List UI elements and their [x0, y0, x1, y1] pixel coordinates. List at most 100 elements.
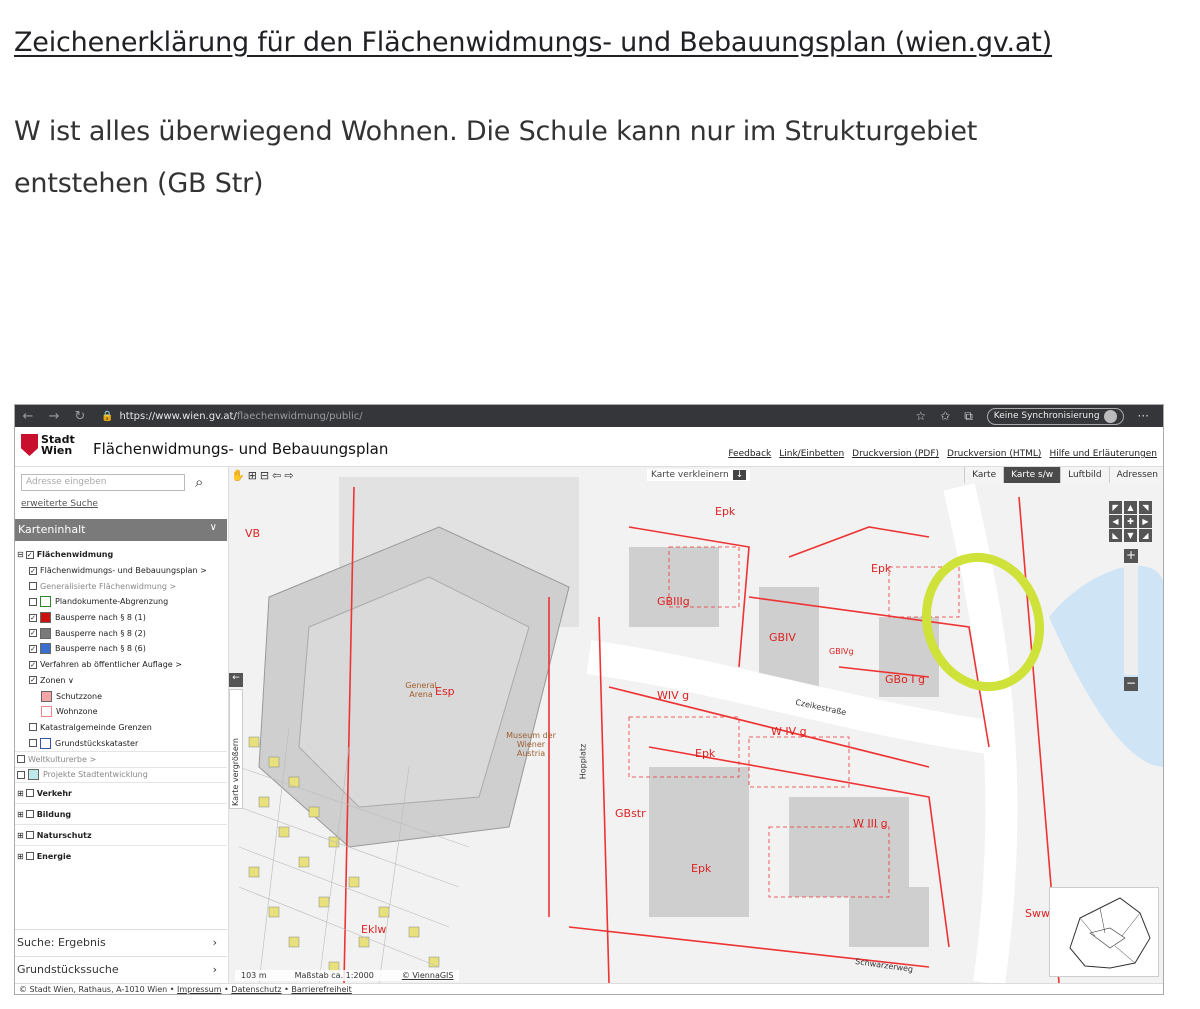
layer-item[interactable]: ✓ Zonen ∨ — [15, 673, 227, 689]
map-label: Eklw — [361, 923, 387, 936]
layer-item[interactable]: ✓ Bausperre nach § 8 (2) — [15, 625, 227, 641]
address-search-input[interactable]: Adresse eingeben — [21, 474, 185, 491]
pan-down-icon[interactable]: ▼ — [1124, 529, 1137, 542]
layer-item[interactable]: ⊞ Verkehr — [15, 782, 227, 803]
pan-se-icon[interactable]: ◢ — [1139, 529, 1152, 542]
pan-up-icon[interactable]: ▲ — [1124, 501, 1137, 514]
layer-checkbox[interactable] — [25, 810, 34, 819]
layer-item[interactable]: Weltkulturerbe > — [15, 750, 227, 767]
layer-item[interactable]: ⊞ Bildung — [15, 803, 227, 824]
pan-right-icon[interactable]: ▶ — [1139, 515, 1152, 528]
layer-label: Bausperre nach § 8 (2) — [55, 628, 146, 638]
layer-label: Projekte Stadtentwicklung — [43, 770, 148, 780]
arrow-right-icon[interactable]: ⇨ — [284, 469, 293, 482]
hand-icon[interactable]: ✋ — [231, 469, 245, 482]
layer-checkbox[interactable] — [25, 831, 34, 840]
footer-barrierefreiheit[interactable]: Barrierefreiheit — [291, 985, 351, 994]
layer-checkbox[interactable] — [29, 723, 37, 732]
expand-icon[interactable]: ⊞ — [17, 831, 24, 840]
search-results-section[interactable]: Suche: Ergebnis › — [15, 929, 227, 955]
layer-item[interactable]: ⊞ Energie — [15, 845, 227, 866]
layer-item[interactable]: ✓ Flächenwidmungs- und Bebauungsplan > — [15, 563, 227, 579]
layers-icon[interactable]: ⊟ — [260, 469, 269, 482]
pan-nw-icon[interactable]: ◤ — [1109, 501, 1122, 514]
favorite-icon[interactable]: ☆ — [915, 409, 926, 423]
enlarge-map-tab[interactable]: Karte vergrößern — [229, 689, 243, 809]
layer-checkbox[interactable]: ✓ — [29, 660, 37, 669]
map-view[interactable]: VB Esp Epk Epk Epk Epk GBIIIg GBIV GBIVg… — [229, 467, 1163, 983]
zoom-in-icon[interactable]: + — [1124, 549, 1138, 563]
shrink-map-button[interactable]: Karte verkleinern ↓ — [647, 469, 751, 481]
layer-item[interactable]: ✓ Bausperre nach § 8 (1) — [15, 610, 227, 626]
overview-map[interactable] — [1049, 887, 1159, 977]
arrow-left-icon[interactable]: ⇦ — [272, 469, 281, 482]
link-help[interactable]: Hilfe und Erläuterungen — [1049, 449, 1157, 459]
layer-checkbox[interactable] — [25, 852, 34, 861]
parcel-search-section[interactable]: Grundstückssuche › — [15, 956, 227, 982]
collections-icon[interactable]: ⧉ — [964, 409, 973, 424]
zoom-slider[interactable] — [1124, 565, 1138, 675]
layer-checkbox[interactable]: ✓ — [29, 629, 37, 638]
layer-item[interactable]: Generalisierte Flächenwidmung > — [15, 578, 227, 594]
maptype-adressen[interactable]: Adressen — [1108, 467, 1163, 483]
link-feedback[interactable]: Feedback — [728, 449, 771, 459]
legend-swatch — [40, 612, 51, 624]
footer-impressum[interactable]: Impressum — [177, 985, 221, 994]
parcel-search-label: Grundstückssuche — [17, 963, 119, 976]
layer-checkbox[interactable] — [29, 582, 37, 591]
expand-left-icon[interactable]: ← — [229, 673, 243, 687]
pan-ne-icon[interactable]: ◥ — [1139, 501, 1152, 514]
layer-item[interactable]: Projekte Stadtentwicklung — [15, 766, 227, 783]
maptype-luftbild[interactable]: Luftbild — [1060, 467, 1109, 483]
layer-item[interactable]: Grundstückskataster — [15, 735, 227, 751]
pan-center-icon[interactable]: ✚ — [1124, 515, 1137, 528]
collapse-icon[interactable]: ⊟ — [17, 550, 24, 559]
maptype-karte-sw[interactable]: Karte s/w — [1003, 467, 1061, 483]
layer-item[interactable]: ✓ Verfahren ab öffentlicher Auflage > — [15, 657, 227, 673]
measure-icon[interactable]: ⊞ — [248, 469, 257, 482]
layer-checkbox[interactable]: ✓ — [25, 550, 34, 559]
extended-search-link[interactable]: erweiterte Suche — [21, 499, 98, 509]
layer-label: Verkehr — [36, 788, 72, 798]
more-menu-icon[interactable]: ··· — [1138, 409, 1149, 423]
address-bar[interactable]: 🔒 https://www.wien.gv.at/flaechenwidmung… — [101, 411, 363, 422]
layer-checkbox[interactable]: ✓ — [29, 676, 37, 685]
expand-icon[interactable]: ⊞ — [17, 789, 24, 798]
layer-checkbox[interactable]: ✓ — [29, 566, 37, 575]
layer-item[interactable]: Wohnzone — [15, 704, 227, 720]
sync-button[interactable]: Keine Synchronisierung — [986, 407, 1124, 425]
layer-checkbox[interactable] — [29, 597, 37, 606]
expand-icon[interactable]: ⊞ — [17, 810, 24, 819]
pan-left-icon[interactable]: ◀ — [1109, 515, 1122, 528]
favorites-bar-icon[interactable]: ✩ — [940, 409, 950, 423]
zoom-out-icon[interactable]: − — [1124, 677, 1138, 691]
layer-item[interactable]: Katastralgemeinde Grenzen — [15, 720, 227, 736]
footer-datenschutz[interactable]: Datenschutz — [231, 985, 281, 994]
back-icon[interactable]: ← — [15, 409, 41, 424]
reload-icon[interactable]: ↻ — [67, 409, 93, 424]
pan-sw-icon[interactable]: ◣ — [1109, 529, 1122, 542]
maptype-karte[interactable]: Karte — [964, 467, 1004, 483]
stadt-wien-logo[interactable]: Stadt Wien — [21, 434, 75, 456]
layer-checkbox[interactable] — [25, 789, 34, 798]
link-print-html[interactable]: Druckversion (HTML) — [947, 449, 1041, 459]
layer-item[interactable]: Plandokumente-Abgrenzung — [15, 594, 227, 610]
map-content-panel-header[interactable]: Karteninhalt ∨ — [15, 519, 227, 541]
layer-checkbox[interactable]: ✓ — [29, 613, 37, 622]
layer-item[interactable]: ⊟ ✓ Flächenwidmung — [15, 547, 227, 563]
legend-link[interactable]: Zeichenerklärung für den Flächenwidmungs… — [14, 27, 1052, 58]
layer-item[interactable]: ✓ Bausperre nach § 8 (6) — [15, 641, 227, 657]
layer-checkbox[interactable] — [17, 755, 25, 764]
map-label: GBstr — [615, 807, 646, 820]
forward-icon[interactable]: → — [41, 409, 67, 424]
layer-item[interactable]: ⊞ Naturschutz — [15, 824, 227, 845]
layer-checkbox[interactable] — [29, 739, 37, 748]
layer-checkbox[interactable]: ✓ — [29, 644, 37, 653]
map-copyright[interactable]: © ViennaGIS — [402, 971, 454, 980]
layer-checkbox[interactable] — [17, 770, 25, 779]
link-einbetten[interactable]: Link/Einbetten — [779, 449, 844, 459]
link-print-pdf[interactable]: Druckversion (PDF) — [852, 449, 939, 459]
layer-item[interactable]: Schutzzone — [15, 688, 227, 704]
expand-icon[interactable]: ⊞ — [17, 852, 24, 861]
search-icon[interactable]: ⌕ — [195, 473, 203, 491]
